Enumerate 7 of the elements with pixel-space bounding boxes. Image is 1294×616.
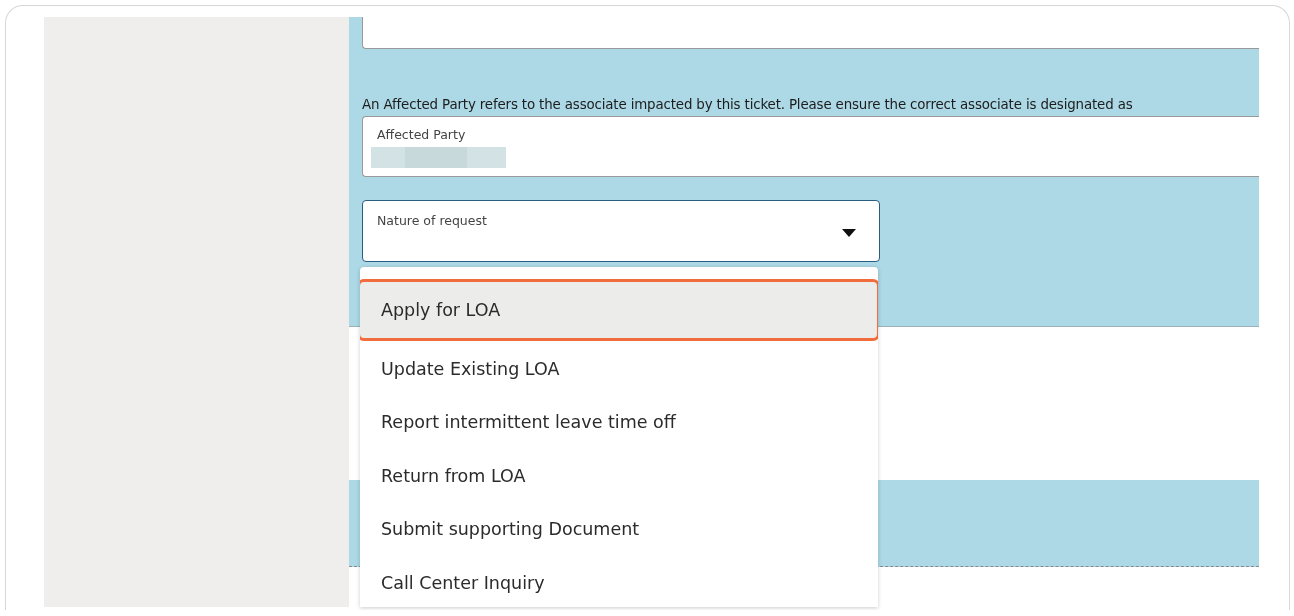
nature-of-request-select[interactable]: Nature of request [362, 200, 880, 262]
notice-text: An Affected Party refers to the associate impacted by this ticket. Please ensure the correct associate is designated as [362, 97, 1134, 113]
field-label: Affected Party [377, 127, 466, 143]
affected-party-field[interactable]: Affected Party [362, 116, 1259, 177]
caret-icon [842, 229, 856, 237]
field-label: Nature of request [377, 213, 487, 229]
menu-option[interactable]: Apply for LOA [360, 279, 878, 341]
